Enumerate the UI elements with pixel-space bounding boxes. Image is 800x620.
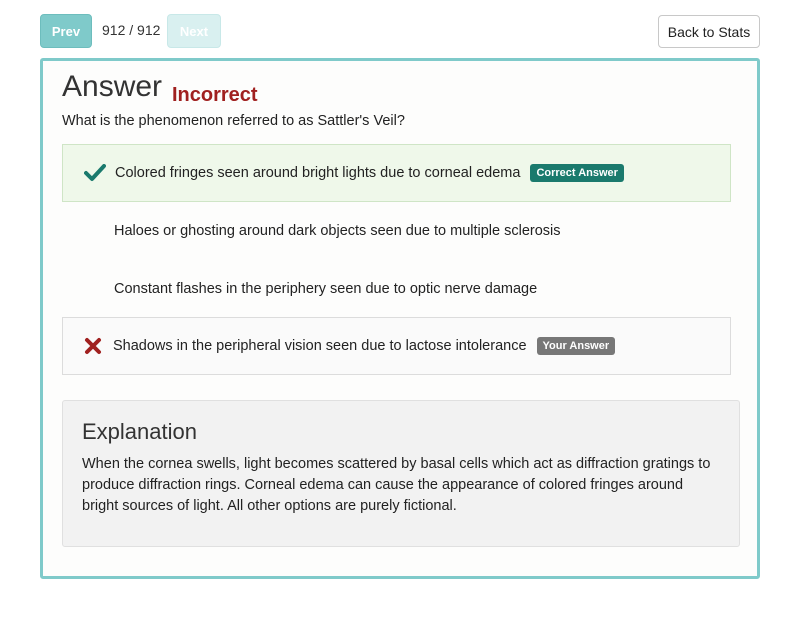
explanation-text: When the cornea swells, light becomes sc… bbox=[82, 456, 711, 514]
question-text: What is the phenomenon referred to as Sa… bbox=[62, 113, 405, 129]
prev-button[interactable]: Prev bbox=[40, 14, 92, 48]
question-counter: 912 / 912 bbox=[102, 22, 161, 38]
option-text: Haloes or ghosting around dark objects s… bbox=[114, 223, 561, 239]
option-neutral: Constant flashes in the periphery seen d… bbox=[62, 260, 731, 318]
explanation-box: Explanation When the cornea swells, ligh… bbox=[62, 400, 740, 547]
answer-title: Answer bbox=[62, 70, 163, 103]
answer-panel: Answer Incorrect What is the phenomenon … bbox=[40, 58, 760, 579]
option-correct: Colored fringes seen around bright light… bbox=[62, 144, 731, 202]
option-text: Constant flashes in the periphery seen d… bbox=[114, 281, 538, 297]
option-neutral: Haloes or ghosting around dark objects s… bbox=[62, 202, 731, 260]
option-your-answer: Shadows in the peripheral vision seen du… bbox=[62, 317, 731, 375]
checkmark-icon bbox=[77, 164, 113, 182]
your-answer-badge: Your Answer bbox=[536, 337, 616, 355]
result-label: Incorrect bbox=[172, 84, 258, 106]
next-button[interactable]: Next bbox=[167, 14, 221, 48]
option-text: Colored fringes seen around bright light… bbox=[115, 165, 521, 181]
explanation-title: Explanation bbox=[82, 419, 197, 444]
correct-answer-badge: Correct Answer bbox=[530, 164, 624, 182]
x-mark-icon bbox=[75, 337, 111, 355]
option-text: Shadows in the peripheral vision seen du… bbox=[113, 338, 527, 354]
back-to-stats-button[interactable]: Back to Stats bbox=[658, 15, 760, 48]
